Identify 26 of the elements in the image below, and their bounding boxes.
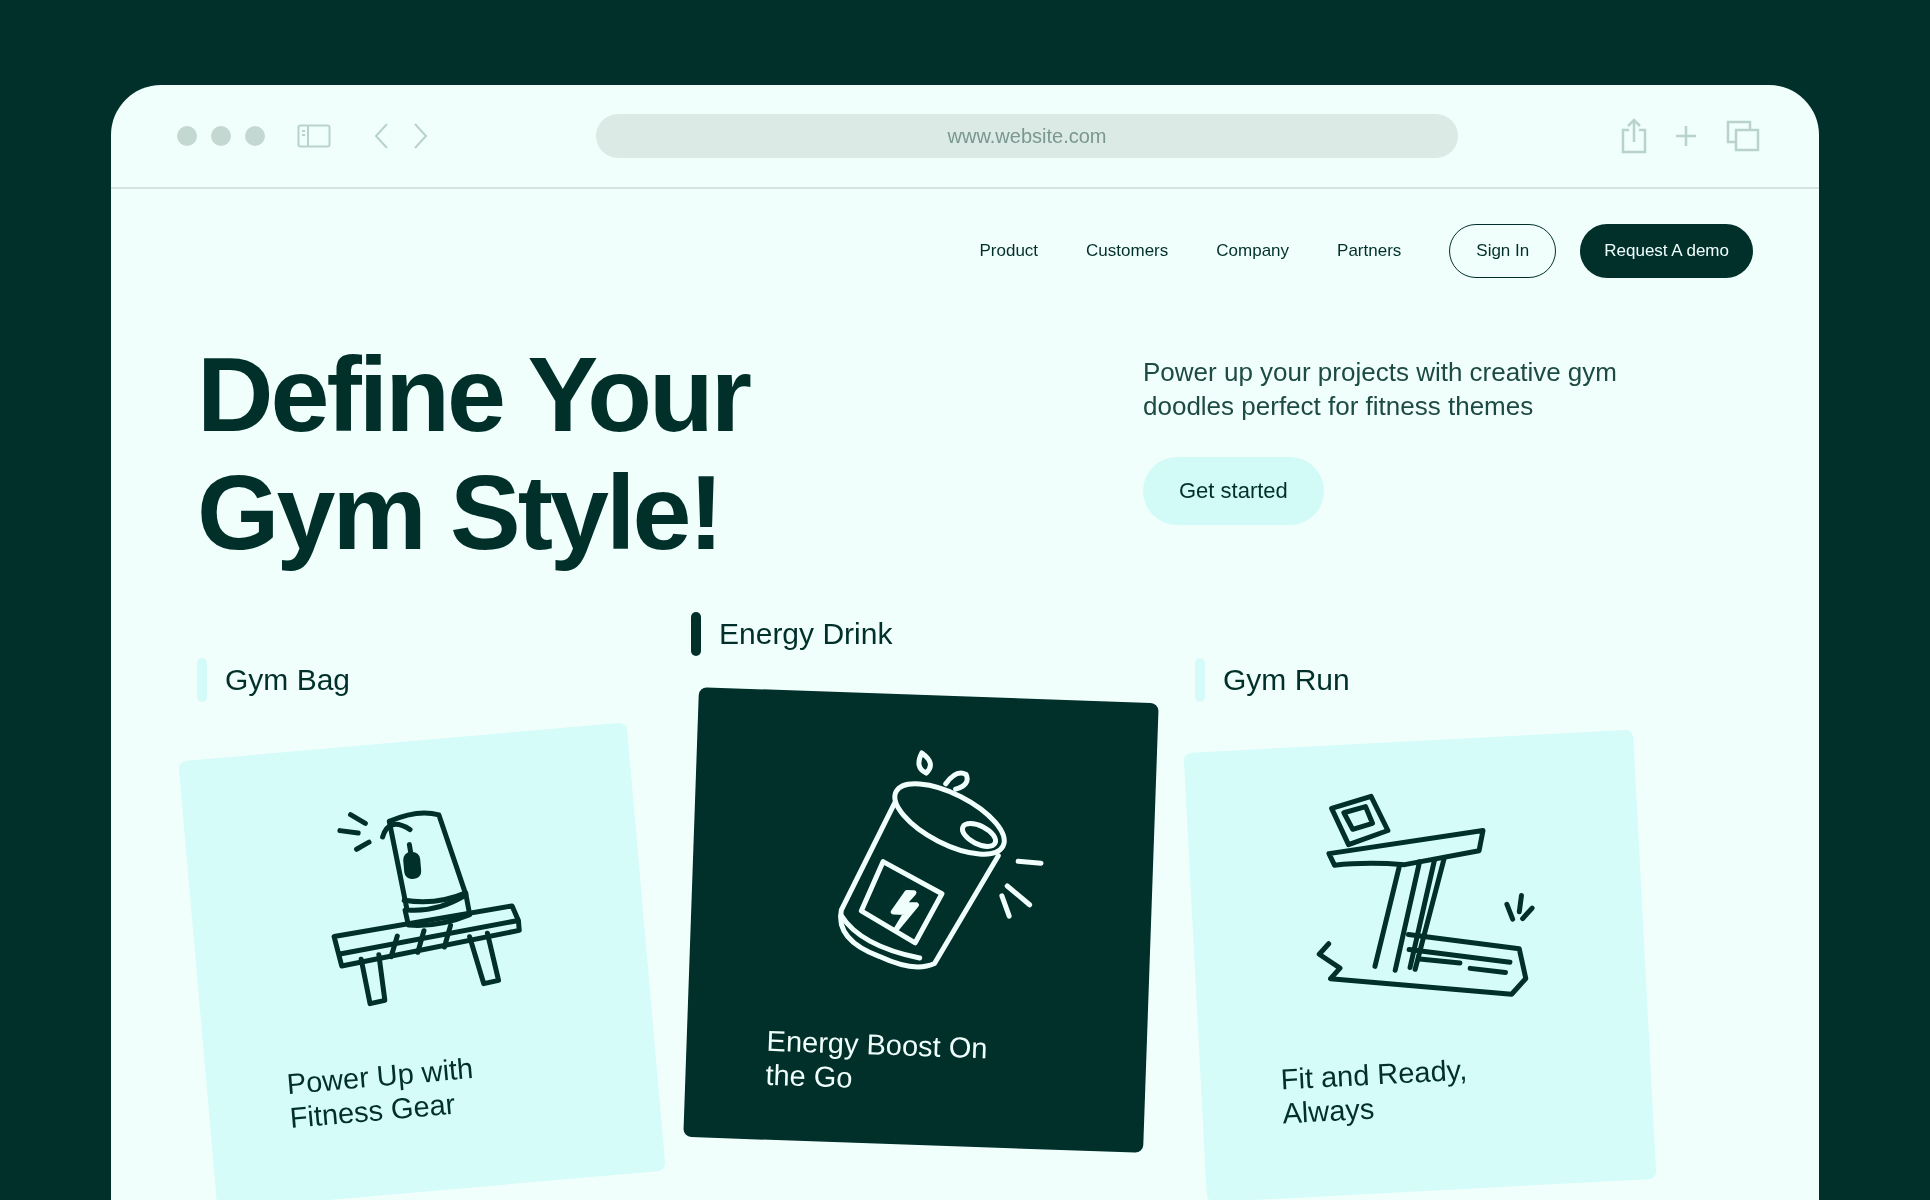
illustration-card[interactable]: Fit and Ready, Always bbox=[1183, 729, 1657, 1200]
nav-link[interactable]: Partners bbox=[1337, 241, 1402, 261]
card-label: Gym Run bbox=[1223, 663, 1350, 697]
get-started-button[interactable]: Get started bbox=[1143, 457, 1324, 525]
hero-heading: Define Your Gym Style! bbox=[197, 335, 750, 571]
share-icon[interactable] bbox=[1620, 118, 1648, 154]
nav-link[interactable]: Product bbox=[979, 241, 1039, 261]
illustration-card[interactable]: Power Up with Fitness Gear bbox=[178, 722, 666, 1200]
sidebar-icon[interactable] bbox=[297, 124, 331, 148]
illustration-card[interactable]: Energy Boost On the Go bbox=[683, 687, 1159, 1153]
card-caption: Energy Boost On the Go bbox=[764, 1023, 989, 1096]
card-caption: Power Up with Fitness Gear bbox=[285, 1051, 476, 1136]
window-dot[interactable] bbox=[245, 126, 265, 146]
request-demo-button[interactable]: Request A demo bbox=[1580, 224, 1753, 278]
window-dot[interactable] bbox=[211, 126, 231, 146]
tabs-icon[interactable] bbox=[1726, 120, 1760, 152]
new-tab-icon[interactable] bbox=[1674, 124, 1698, 148]
nav-link[interactable]: Customers bbox=[1086, 241, 1169, 261]
forward-icon[interactable] bbox=[413, 122, 429, 150]
card-label: Energy Drink bbox=[719, 617, 893, 651]
card-label: Gym Bag bbox=[225, 663, 351, 697]
nav-link[interactable]: Company bbox=[1216, 241, 1290, 261]
hero-description: Power up your projects with creative gym doodles perfect for fitness themes bbox=[1143, 356, 1618, 423]
card-caption: Fit and Ready, Always bbox=[1279, 1052, 1469, 1131]
window-dot[interactable] bbox=[177, 126, 197, 146]
back-icon[interactable] bbox=[373, 122, 389, 150]
